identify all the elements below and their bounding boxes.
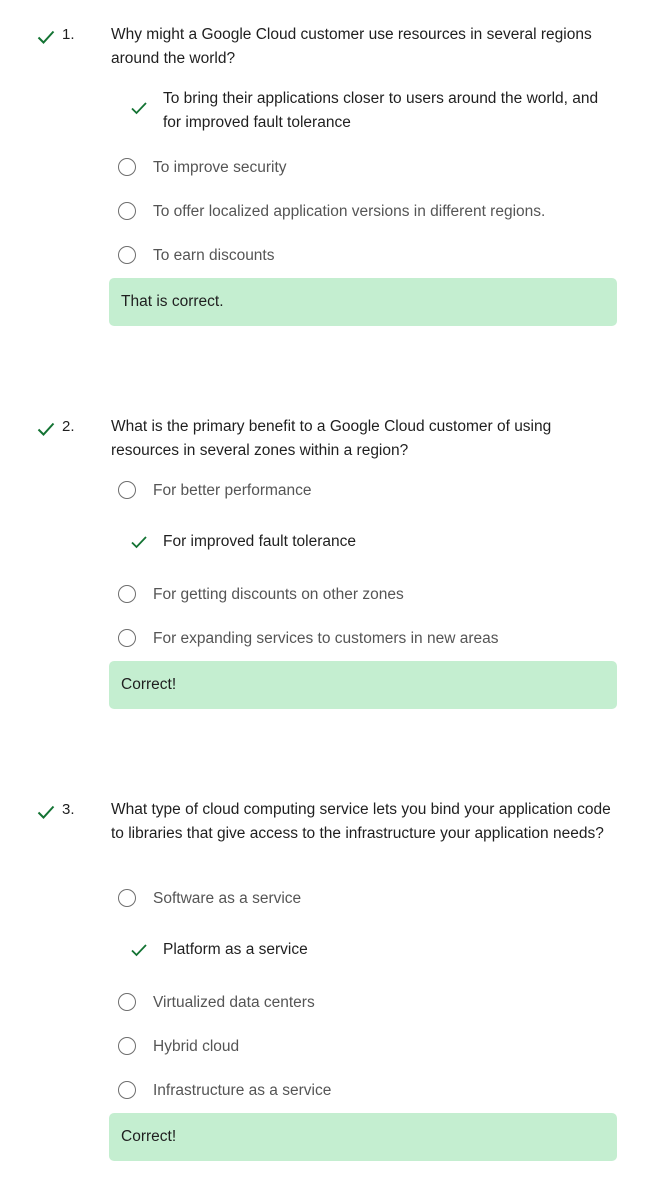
option-label: For getting discounts on other zones [153,586,404,603]
radio-button[interactable] [118,889,136,907]
question-3-feedback: Correct! [109,1113,617,1161]
question-2-option-1[interactable]: For better performance [118,479,618,503]
question-2-option-3[interactable]: For getting discounts on other zones [118,583,618,607]
radio-button[interactable] [118,629,136,647]
question-1-number: 1. [62,26,75,43]
question-3-correct-checkmark-icon [36,802,56,822]
question-1-option-4[interactable]: To earn discounts [118,244,618,268]
question-3-text: What type of cloud computing service let… [111,801,611,842]
option-label: Infrastructure as a service [153,1082,332,1099]
option-label: Software as a service [153,890,302,907]
question-2-option-4[interactable]: For expanding services to customers in n… [118,627,618,651]
selected-checkmark-icon [130,941,148,959]
question-1-option-selected[interactable]: To bring their applications closer to us… [118,87,618,135]
question-1-correct-checkmark-icon [36,27,56,47]
question-3-option-selected[interactable]: Platform as a service [118,938,618,962]
option-label: To improve security [153,159,287,176]
question-2-number: 2. [62,418,75,435]
radio-button[interactable] [118,246,136,264]
radio-button[interactable] [118,202,136,220]
radio-button[interactable] [118,481,136,499]
question-2-option-selected-label: For improved fault tolerance [163,533,356,550]
question-1-text: Why might a Google Cloud customer use re… [111,26,592,67]
selected-checkmark-icon [130,533,148,551]
question-3-number: 3. [62,801,75,818]
option-label: To offer localized application versions … [153,203,546,220]
radio-button[interactable] [118,1081,136,1099]
question-3-option-selected-label: Platform as a service [163,941,308,958]
feedback-text: Correct! [121,676,177,693]
radio-button[interactable] [118,158,136,176]
question-3-option-4[interactable]: Hybrid cloud [118,1035,618,1059]
radio-button[interactable] [118,993,136,1011]
question-1-feedback: That is correct. [109,278,617,326]
feedback-text: Correct! [121,1128,177,1145]
question-1-option-selected-label: To bring their applications closer to us… [163,90,599,131]
question-2-option-selected[interactable]: For improved fault tolerance [118,530,618,554]
question-1-option-3[interactable]: To offer localized application versions … [118,200,618,224]
question-1-option-2[interactable]: To improve security [118,156,618,180]
question-2-text: What is the primary benefit to a Google … [111,418,552,459]
question-3-option-3[interactable]: Virtualized data centers [118,991,618,1015]
option-label: Hybrid cloud [153,1038,240,1055]
radio-button[interactable] [118,585,136,603]
question-2-correct-checkmark-icon [36,419,56,439]
option-label: Virtualized data centers [153,994,315,1011]
question-3-option-5[interactable]: Infrastructure as a service [118,1079,618,1103]
feedback-text: That is correct. [121,293,224,310]
option-label: To earn discounts [153,247,275,264]
selected-checkmark-icon [130,99,148,117]
option-label: For expanding services to customers in n… [153,630,499,647]
radio-button[interactable] [118,1037,136,1055]
option-label: For better performance [153,482,312,499]
question-2-feedback: Correct! [109,661,617,709]
question-3-option-1[interactable]: Software as a service [118,887,618,911]
